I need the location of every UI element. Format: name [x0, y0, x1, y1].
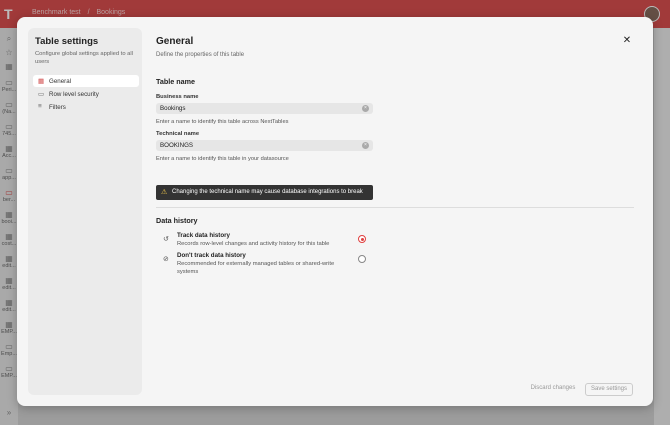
section-title-table-name: Table name — [156, 77, 196, 86]
sidebar-item-label: Filters — [49, 104, 66, 111]
sidebar-item-label: General — [49, 78, 72, 85]
business-name-help: Enter a name to identify this table acro… — [156, 119, 289, 125]
clear-icon[interactable]: × — [362, 105, 369, 112]
technical-name-value: BOOKINGS — [160, 142, 194, 149]
save-settings-button[interactable]: Save settings — [585, 383, 633, 396]
option-description: Records row-level changes and activity h… — [177, 241, 330, 247]
dont-track-history-radio[interactable] — [358, 255, 366, 263]
history-icon: ↺ — [163, 236, 169, 243]
track-history-radio[interactable] — [358, 235, 366, 243]
sidebar-title: Table settings — [35, 36, 99, 47]
sidebar-item-general[interactable]: ▦ General — [33, 75, 139, 87]
id-card-icon: ▭ — [38, 91, 45, 98]
option-title: Track data history — [177, 232, 230, 239]
page-description: Define the properties of this table — [156, 52, 245, 58]
grid-icon: ▦ — [38, 78, 45, 85]
warning-banner: ⚠ Changing the technical name may cause … — [156, 185, 373, 200]
warning-icon: ⚠ — [161, 189, 168, 196]
settings-sidebar: Table settings Configure global settings… — [28, 28, 142, 395]
page-title: General — [156, 36, 194, 47]
close-icon[interactable]: ✕ — [622, 36, 632, 46]
track-history-option[interactable]: ↺ Track data history Records row-level c… — [156, 232, 371, 248]
sidebar-item-label: Row level security — [49, 91, 99, 98]
technical-name-label: Technical name — [156, 131, 200, 137]
history-off-icon: ⊘ — [163, 256, 169, 263]
sidebar-item-filters[interactable]: ≡ Filters — [33, 101, 139, 113]
option-description: Recommended for externally managed table… — [177, 261, 335, 275]
section-title-data-history: Data history — [156, 216, 198, 225]
technical-name-field[interactable]: BOOKINGS × — [156, 140, 373, 151]
technical-name-help: Enter a name to identify this table in y… — [156, 156, 289, 162]
dont-track-history-option[interactable]: ⊘ Don't track data history Recommended f… — [156, 252, 371, 276]
clear-icon[interactable]: × — [362, 142, 369, 149]
discard-changes-button[interactable]: Discard changes — [528, 383, 578, 394]
filter-icon: ≡ — [38, 103, 42, 110]
sidebar-item-row-level-security[interactable]: ▭ Row level security — [33, 88, 139, 100]
business-name-field[interactable]: Bookings × — [156, 103, 373, 114]
warning-text: Changing the technical name may cause da… — [172, 189, 363, 195]
divider — [156, 207, 634, 208]
sidebar-subtitle: Configure global settings applied to all… — [35, 51, 133, 65]
business-name-label: Business name — [156, 94, 199, 100]
table-settings-dialog: Table settings Configure global settings… — [17, 17, 653, 406]
business-name-value: Bookings — [160, 105, 186, 112]
settings-main-panel: General Define the properties of this ta… — [149, 28, 643, 396]
option-title: Don't track data history — [177, 252, 246, 259]
